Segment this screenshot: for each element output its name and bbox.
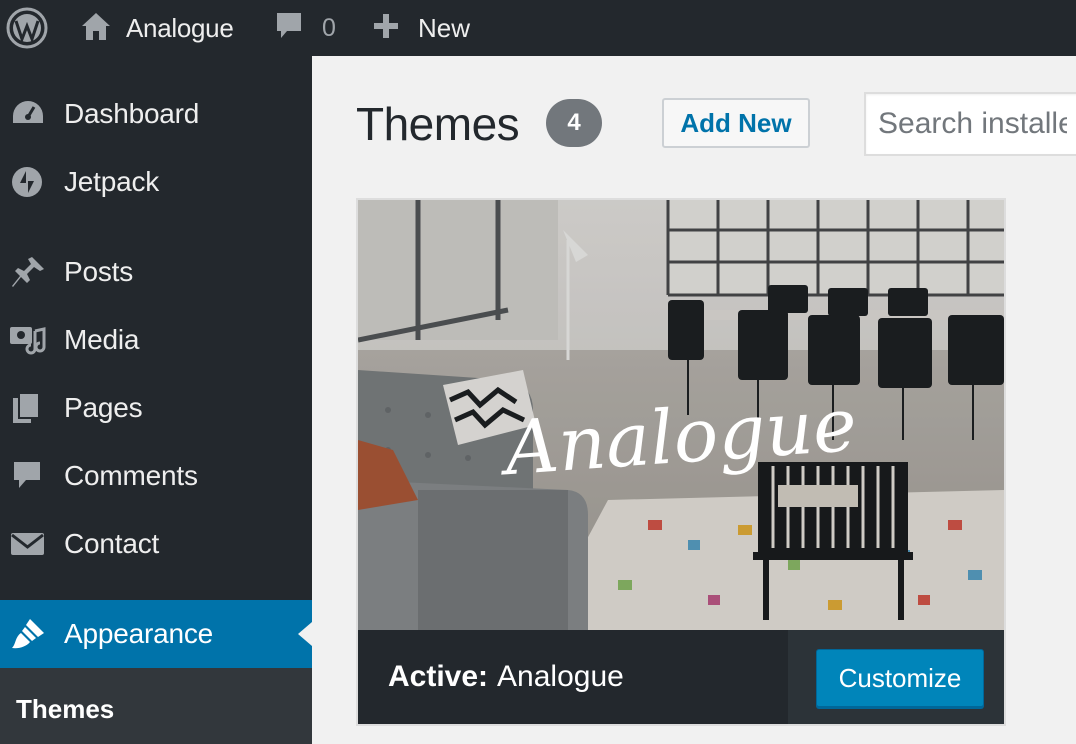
theme-info-bar: Active: Analogue Customize [358, 630, 1004, 724]
sidebar-item-label: Jetpack [64, 166, 160, 197]
sidebar-item-dashboard[interactable]: Dashboard [0, 80, 312, 148]
comments-count: 0 [322, 13, 336, 42]
sidebar-item-label: Posts [64, 256, 134, 287]
new-label: New [418, 12, 471, 43]
theme-name: Active: Analogue [388, 630, 624, 724]
comment-icon [10, 459, 46, 493]
sidebar-item-jetpack[interactable]: Jetpack [0, 148, 312, 216]
sidebar-item-pages[interactable]: Pages [0, 374, 312, 442]
appearance-submenu: Themes [0, 668, 312, 744]
envelope-icon [10, 527, 46, 561]
plus-icon [372, 12, 400, 45]
sidebar-item-contact[interactable]: Contact [0, 510, 312, 578]
theme-card[interactable]: Analogue Active: Analogue Customize [356, 198, 1006, 726]
sidebar-item-label: Media [64, 324, 140, 355]
home-icon [80, 10, 112, 47]
admin-bar-new[interactable]: New [372, 0, 470, 56]
admin-bar-site-link[interactable]: Analogue [80, 0, 234, 56]
active-theme-name: Analogue [497, 660, 624, 693]
media-icon [10, 323, 46, 357]
pin-icon [10, 255, 46, 289]
theme-count-badge: 4 [546, 99, 602, 147]
page-title: Themes [356, 98, 520, 150]
theme-actions: Customize [788, 630, 1004, 724]
sidebar-item-posts[interactable]: Posts [0, 238, 312, 306]
sidebar-item-label: Contact [64, 528, 160, 559]
sidebar-item-label: Pages [64, 392, 143, 423]
comment-bubble-icon [274, 10, 304, 47]
sidebar-item-appearance[interactable]: Appearance [0, 600, 312, 668]
admin-sidebar: Dashboard Jetpack Posts Media Pages Comm… [0, 56, 312, 744]
site-name: Analogue [126, 12, 234, 43]
sidebar-item-comments[interactable]: Comments [0, 442, 312, 510]
theme-screenshot[interactable]: Analogue [358, 200, 1004, 630]
sidebar-item-media[interactable]: Media [0, 306, 312, 374]
submenu-item-themes[interactable]: Themes [16, 694, 114, 725]
jetpack-icon [10, 165, 46, 199]
add-new-button[interactable]: Add New [662, 98, 810, 148]
admin-bar: Analogue 0 New [0, 0, 1076, 56]
sidebar-item-label: Dashboard [64, 98, 200, 129]
wordpress-logo-icon[interactable] [6, 0, 48, 56]
sidebar-item-label: Appearance [64, 618, 214, 649]
dashboard-icon [10, 97, 46, 131]
active-label: Active: [388, 660, 489, 693]
pages-icon [10, 391, 46, 425]
search-input[interactable] [864, 92, 1076, 156]
sidebar-item-label: Comments [64, 460, 198, 491]
admin-bar-comments[interactable]: 0 [274, 0, 336, 56]
brush-icon [10, 617, 46, 651]
customize-button[interactable]: Customize [816, 649, 984, 707]
